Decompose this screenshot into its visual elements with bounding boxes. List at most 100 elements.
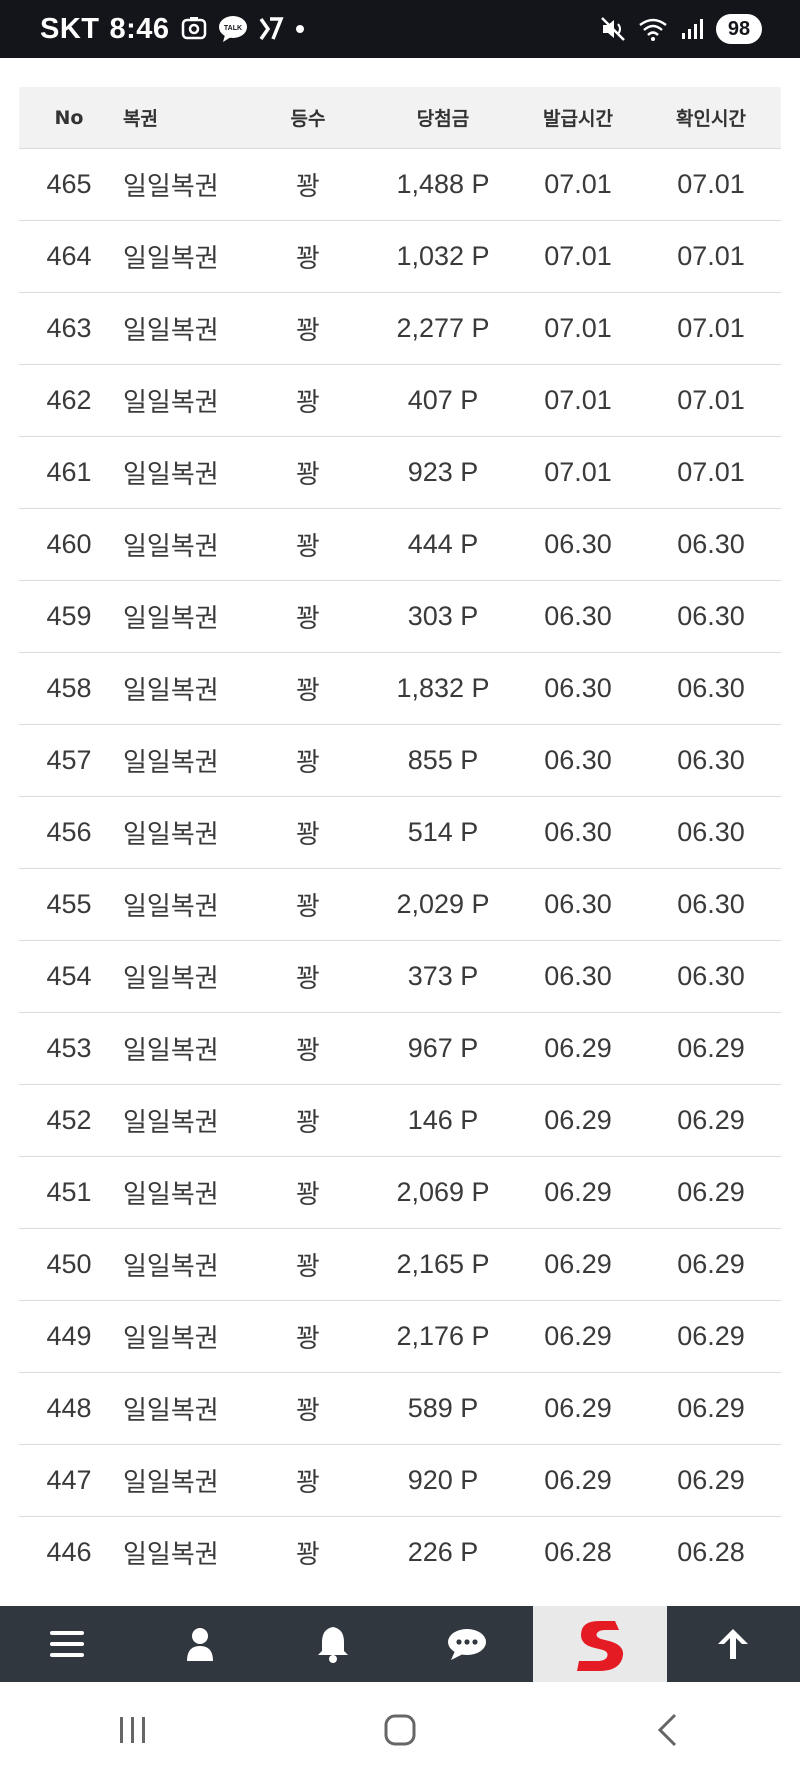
home-icon	[384, 1714, 416, 1746]
cell-issued-time: 06.30	[544, 673, 612, 703]
cell-checked-time: 06.29	[677, 1249, 745, 1279]
header-rank: 등수	[290, 108, 326, 130]
bell-icon	[318, 1627, 349, 1663]
cell-amount: 2,176 P	[396, 1321, 490, 1351]
cell-checked-time: 07.01	[677, 241, 745, 271]
cell-issued-time: 06.30	[544, 961, 612, 991]
cell-amount: 1,488 P	[396, 169, 490, 199]
home-button[interactable]	[340, 1695, 460, 1765]
cell-no: 460	[46, 529, 92, 559]
cell-type: 일일복권	[123, 1180, 219, 1210]
cell-rank: 꽝	[296, 172, 320, 202]
cell-type: 일일복권	[123, 460, 219, 490]
chat-icon	[447, 1629, 486, 1660]
header-no: No	[54, 106, 84, 129]
cell-issued-time: 06.30	[544, 529, 612, 559]
menu-button[interactable]	[0, 1606, 133, 1682]
notifications-button[interactable]	[267, 1606, 400, 1682]
table-row: 460 일일복권 꽝 444 P 06.30 06.30	[19, 509, 781, 581]
cell-checked-time: 06.30	[677, 817, 745, 847]
cell-type: 일일복권	[123, 1036, 219, 1066]
site-logo	[568, 1613, 631, 1675]
cell-rank: 꽝	[296, 964, 320, 994]
cell-type: 일일복권	[123, 748, 219, 778]
back-button[interactable]	[607, 1695, 727, 1765]
cell-type: 일일복권	[123, 1108, 219, 1138]
cell-type: 일일복권	[123, 532, 219, 562]
cell-checked-time: 06.29	[677, 1105, 745, 1135]
cell-checked-time: 06.29	[677, 1033, 745, 1063]
table-row: 454 일일복권 꽝 373 P 06.30 06.30	[19, 941, 781, 1013]
site-logo-button[interactable]	[533, 1606, 667, 1682]
user-icon	[186, 1628, 213, 1661]
signal-icon	[680, 17, 704, 41]
header-amount: 당첨금	[416, 108, 470, 130]
cell-no: 449	[46, 1321, 92, 1351]
recent-apps-icon	[120, 1717, 146, 1743]
cell-checked-time: 06.29	[677, 1177, 745, 1207]
cell-amount: 855 P	[407, 745, 479, 775]
cell-rank: 꽝	[296, 1180, 320, 1210]
cell-checked-time: 06.29	[677, 1393, 745, 1423]
chat-button[interactable]	[400, 1606, 533, 1682]
cell-rank: 꽝	[296, 1324, 320, 1354]
cell-rank: 꽝	[296, 1108, 320, 1138]
table-row: 452 일일복권 꽝 146 P 06.29 06.29	[19, 1085, 781, 1157]
cell-checked-time: 06.30	[677, 601, 745, 631]
scroll-top-button[interactable]	[667, 1606, 800, 1682]
cell-amount: 2,165 P	[396, 1249, 490, 1279]
cell-rank: 꽝	[296, 748, 320, 778]
profile-button[interactable]	[133, 1606, 266, 1682]
table-row: 455 일일복권 꽝 2,029 P 06.30 06.30	[19, 869, 781, 941]
cell-type: 일일복권	[123, 244, 219, 274]
clock: 8:46	[109, 12, 170, 45]
cell-no: 448	[46, 1393, 92, 1423]
cell-issued-time: 06.29	[544, 1321, 612, 1351]
cell-issued-time: 07.01	[544, 457, 612, 487]
cell-no: 461	[46, 457, 92, 487]
cell-rank: 꽝	[296, 676, 320, 706]
cell-rank: 꽝	[296, 820, 320, 850]
table-row: 449 일일복권 꽝 2,176 P 06.29 06.29	[19, 1301, 781, 1373]
cell-no: 447	[46, 1465, 92, 1495]
cell-no: 455	[46, 889, 92, 919]
cell-type: 일일복권	[123, 1396, 219, 1426]
table-row: 461 일일복권 꽝 923 P 07.01 07.01	[19, 437, 781, 509]
cell-type: 일일복권	[123, 604, 219, 634]
cell-amount: 407 P	[407, 385, 479, 415]
cell-issued-time: 06.29	[544, 1249, 612, 1279]
cell-rank: 꽝	[296, 532, 320, 562]
cell-no: 456	[46, 817, 92, 847]
cell-amount: 967 P	[407, 1033, 479, 1063]
table-row: 457 일일복권 꽝 855 P 06.30 06.30	[19, 725, 781, 797]
arrow-up-icon	[718, 1629, 749, 1659]
cell-rank: 꽝	[296, 244, 320, 274]
table-row: 447 일일복권 꽝 920 P 06.29 06.29	[19, 1445, 781, 1517]
cell-no: 458	[46, 673, 92, 703]
s-logo-icon	[576, 1621, 624, 1671]
cell-no: 453	[46, 1033, 92, 1063]
status-bar: SKT 8:46 TALK 98	[0, 0, 800, 58]
system-nav-bar	[0, 1682, 800, 1778]
cell-checked-time: 07.01	[677, 313, 745, 343]
recent-apps-button[interactable]	[73, 1695, 193, 1765]
table-row: 446 일일복권 꽝 226 P 06.28 06.28	[19, 1517, 781, 1588]
table-header: No 복권 등수 당첨금 발급시간 확인시간	[19, 87, 781, 149]
cell-amount: 303 P	[407, 601, 479, 631]
cell-type: 일일복권	[123, 1252, 219, 1282]
bottom-nav	[0, 1606, 800, 1682]
cell-checked-time: 06.30	[677, 961, 745, 991]
table-row: 462 일일복권 꽝 407 P 07.01 07.01	[19, 365, 781, 437]
cell-type: 일일복권	[123, 388, 219, 418]
cell-no: 457	[46, 745, 92, 775]
cell-issued-time: 07.01	[544, 169, 612, 199]
cell-amount: 373 P	[407, 961, 479, 991]
cell-issued-time: 06.28	[544, 1537, 612, 1567]
cell-rank: 꽝	[296, 1468, 320, 1498]
cell-type: 일일복권	[123, 1468, 219, 1498]
cell-issued-time: 06.29	[544, 1465, 612, 1495]
table-row: 451 일일복권 꽝 2,069 P 06.29 06.29	[19, 1157, 781, 1229]
cell-no: 465	[46, 169, 92, 199]
table-body: 465 일일복권 꽝 1,488 P 07.01 07.01 464 일일복권 꽝 1,032 P…	[19, 149, 781, 1588]
cell-no: 459	[46, 601, 92, 631]
